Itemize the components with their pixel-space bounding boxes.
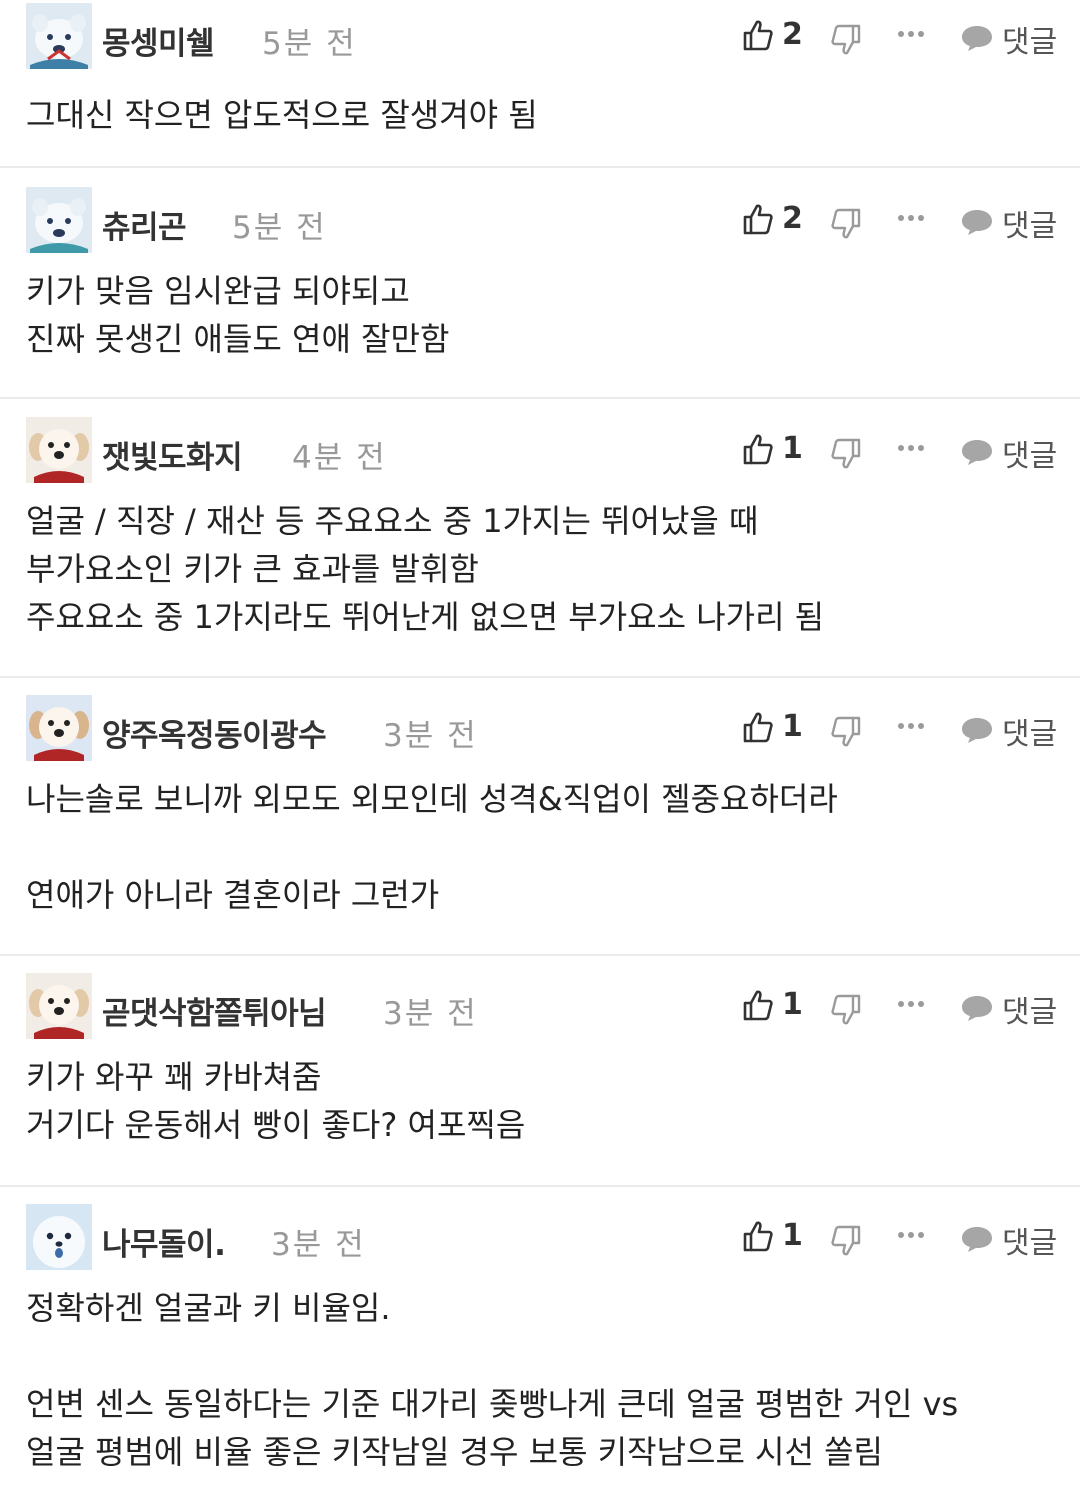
polar-bear-avatar-icon [26,187,92,253]
thumbs-down-icon[interactable] [830,437,862,471]
more-options-icon[interactable] [896,211,926,225]
comment-text: 얼굴 / 직장 / 재산 등 주요요소 중 1가지는 뛰어났을 때 부가요소인 … [26,502,825,636]
reply-button[interactable]: 댓글 [1002,709,1057,753]
reply-button[interactable]: 댓글 [1002,431,1057,475]
comment-text: 키가 와꾸 꽤 카바쳐줌 거기다 운동해서 빵이 좋다? 여포찍음 [26,1058,526,1144]
comment-text: 키가 맞음 임시완급 되야되고 진짜 못생긴 애들도 연애 잘만함 [26,272,450,358]
comment-actions: 1 댓글 [742,1216,1057,1262]
speech-bubble-icon[interactable] [960,993,994,1023]
comment: 츄리곤 5분 전 2 댓글 키가 맞음 임시완급 되야되고 진짜 못생긴 애들도… [0,168,1080,399]
thumbs-up-icon[interactable] [742,432,774,466]
comment-actions: 2 댓글 [742,15,1057,61]
thumbs-up-icon[interactable] [742,1219,774,1253]
more-options-icon[interactable] [896,719,926,733]
nickname[interactable]: 츄리곤 [102,202,187,247]
speech-bubble-icon[interactable] [960,207,994,237]
comment: 잿빛도화지 4분 전 1 댓글 얼굴 / 직장 / 재산 등 주요요소 중 1가… [0,399,1080,678]
comment-actions: 2 댓글 [742,199,1057,245]
comment-header: 곧댓삭함쫄튀아님 3분 전 1 댓글 [26,973,1057,1039]
comment: 몽셍미쉘 5분 전 2 댓글 그대신 작으면 압도적으로 잘생겨야 됨 [0,0,1080,168]
comment-actions: 1 댓글 [742,985,1057,1031]
comment-header: 몽셍미쉘 5분 전 2 댓글 [26,3,1057,69]
thumbs-up-icon[interactable] [742,710,774,744]
avatar[interactable] [26,695,92,761]
nickname[interactable]: 곧댓삭함쫄튀아님 [102,988,327,1033]
like-count: 1 [782,987,803,1022]
comment-actions: 1 댓글 [742,429,1057,475]
timestamp: 3분 전 [383,996,478,1032]
nickname[interactable]: 나무돌이. [102,1219,226,1264]
like-count: 1 [782,709,803,744]
seal-avatar-icon [26,1204,92,1270]
comment-text: 정확하겐 얼굴과 키 비율임. 언변 센스 동일하다는 기준 대가리 좆빵나게 … [26,1289,959,1471]
more-options-icon[interactable] [896,1228,926,1242]
comment-text: 그대신 작으면 압도적으로 잘생겨야 됨 [26,96,538,134]
like-count: 2 [782,17,803,52]
comment-header: 츄리곤 5분 전 2 댓글 [26,187,1057,253]
speech-bubble-icon[interactable] [960,715,994,745]
avatar[interactable] [26,1204,92,1270]
nickname[interactable]: 양주옥정동이광수 [102,710,327,755]
thumbs-down-icon[interactable] [830,207,862,241]
avatar[interactable] [26,973,92,1039]
comment: 나무돌이. 3분 전 1 댓글 정확하겐 얼굴과 키 비율임. 언변 센스 동일… [0,1187,1080,1501]
speech-bubble-icon[interactable] [960,1224,994,1254]
thumbs-up-icon[interactable] [742,988,774,1022]
thumbs-up-icon[interactable] [742,202,774,236]
more-options-icon[interactable] [896,997,926,1011]
avatar[interactable] [26,187,92,253]
comment-actions: 1 댓글 [742,707,1057,753]
timestamp: 5분 전 [232,210,327,246]
dog-avatar-icon [26,417,92,483]
comment: 양주옥정동이광수 3분 전 1 댓글 나는솔로 보니까 외모도 외모인데 성격&… [0,678,1080,956]
timestamp: 3분 전 [383,718,478,754]
nickname[interactable]: 몽셍미쉘 [102,18,215,63]
reply-button[interactable]: 댓글 [1002,17,1057,61]
timestamp: 5분 전 [262,26,357,62]
comment-text: 나는솔로 보니까 외모도 외모인데 성격&직업이 젤중요하더라 연애가 아니라 … [26,780,838,914]
comment: 곧댓삭함쫄튀아님 3분 전 1 댓글 키가 와꾸 꽤 카바쳐줌 거기다 운동해서… [0,956,1080,1187]
more-options-icon[interactable] [896,27,926,41]
polar-bear-avatar-icon [26,3,92,69]
comment-header: 잿빛도화지 4분 전 1 댓글 [26,417,1057,483]
thumbs-down-icon[interactable] [830,993,862,1027]
like-count: 1 [782,1218,803,1253]
more-options-icon[interactable] [896,441,926,455]
reply-button[interactable]: 댓글 [1002,987,1057,1031]
reply-button[interactable]: 댓글 [1002,201,1057,245]
dog-avatar-icon [26,695,92,761]
comment-header: 나무돌이. 3분 전 1 댓글 [26,1204,1057,1270]
comment-header: 양주옥정동이광수 3분 전 1 댓글 [26,695,1057,761]
speech-bubble-icon[interactable] [960,23,994,53]
thumbs-down-icon[interactable] [830,715,862,749]
thumbs-down-icon[interactable] [830,1224,862,1258]
speech-bubble-icon[interactable] [960,437,994,467]
like-count: 1 [782,431,803,466]
nickname[interactable]: 잿빛도화지 [102,432,243,477]
timestamp: 4분 전 [292,440,387,476]
timestamp: 3분 전 [271,1227,366,1263]
dog-avatar-icon [26,973,92,1039]
thumbs-down-icon[interactable] [830,23,862,57]
avatar[interactable] [26,3,92,69]
reply-button[interactable]: 댓글 [1002,1218,1057,1262]
like-count: 2 [782,201,803,236]
thumbs-up-icon[interactable] [742,18,774,52]
avatar[interactable] [26,417,92,483]
